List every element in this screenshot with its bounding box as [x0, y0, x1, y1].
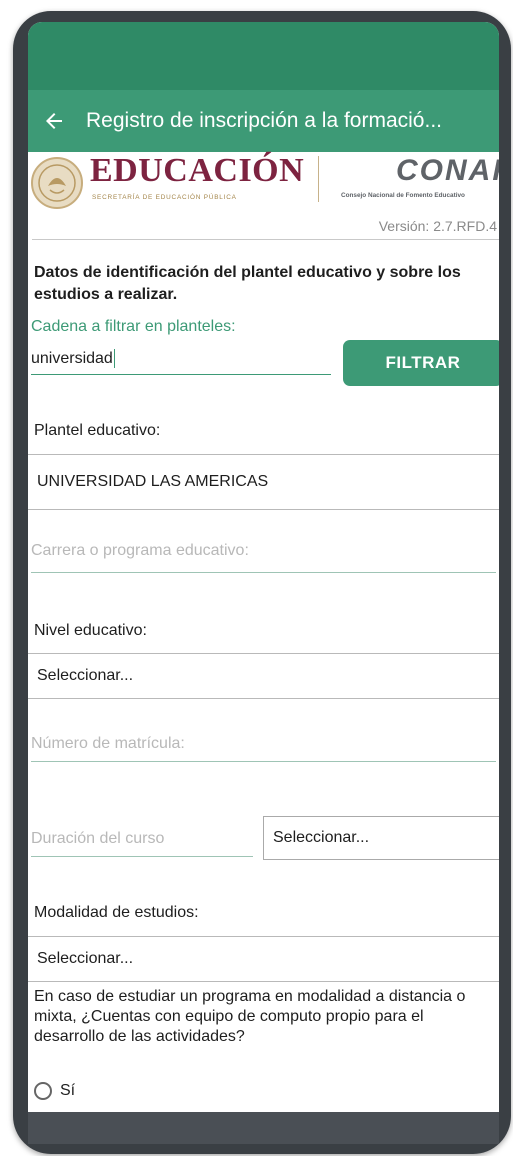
modalidad-value: Seleccionar...	[37, 950, 134, 967]
divider	[32, 239, 499, 240]
nivel-value: Seleccionar...	[37, 667, 134, 684]
duracion-input[interactable]: Duración del curso	[31, 830, 253, 857]
matricula-input[interactable]: Número de matrícula:	[31, 735, 496, 762]
plantel-select[interactable]: UNIVERSIDAD LAS AMERICAS	[28, 454, 499, 510]
header-logos: EDUCACIÓN SECRETARÍA DE EDUCACIÓN PÚBLIC…	[28, 152, 499, 216]
plantel-label: Plantel educativo:	[34, 422, 161, 439]
radio-label-si: Sí	[60, 1082, 76, 1099]
conafe-logo: CONAFE	[396, 154, 499, 187]
modalidad-label: Modalidad de estudios:	[34, 904, 199, 921]
education-logo: EDUCACIÓN	[90, 152, 305, 189]
version-label: Versión: 2.7.RFD.4	[378, 218, 497, 234]
equipment-question: En caso de estudiar un programa en modal…	[34, 988, 466, 1045]
carrera-input[interactable]: Carrera o programa educativo:	[31, 542, 496, 573]
education-subtitle: SECRETARÍA DE EDUCACIÓN PÚBLICA	[92, 194, 237, 201]
duracion-value: Seleccionar...	[273, 829, 370, 846]
duracion-select[interactable]: Seleccionar...	[263, 816, 499, 860]
radio-option-si[interactable]: Sí	[34, 1082, 75, 1100]
mexico-seal-icon	[31, 157, 83, 209]
plantel-value: UNIVERSIDAD LAS AMERICAS	[37, 473, 269, 490]
text-caret	[113, 349, 116, 369]
filter-input[interactable]: universidad	[31, 344, 331, 375]
modalidad-select[interactable]: Seleccionar...	[28, 936, 499, 982]
filter-button[interactable]: FILTRAR	[343, 340, 499, 386]
filter-label: Cadena a filtrar en planteles:	[31, 318, 236, 335]
status-bar	[28, 22, 499, 90]
radio-circle-icon[interactable]	[34, 1082, 52, 1100]
section-title: Datos de identificación del plantel educ…	[34, 264, 461, 303]
back-arrow-icon[interactable]	[42, 109, 66, 133]
logo-divider	[318, 156, 319, 202]
nivel-label: Nivel educativo:	[34, 622, 147, 639]
conafe-subtitle: Consejo Nacional de Fomento Educativo	[341, 192, 465, 199]
filter-input-value: universidad	[31, 350, 113, 367]
app-screen: Registro de inscripción a la formació...…	[28, 22, 499, 1112]
nivel-select[interactable]: Seleccionar...	[28, 653, 499, 699]
page-title: Registro de inscripción a la formació...	[86, 109, 442, 132]
app-bar: Registro de inscripción a la formació...	[28, 90, 499, 152]
bottom-nav-bar	[28, 1112, 499, 1144]
